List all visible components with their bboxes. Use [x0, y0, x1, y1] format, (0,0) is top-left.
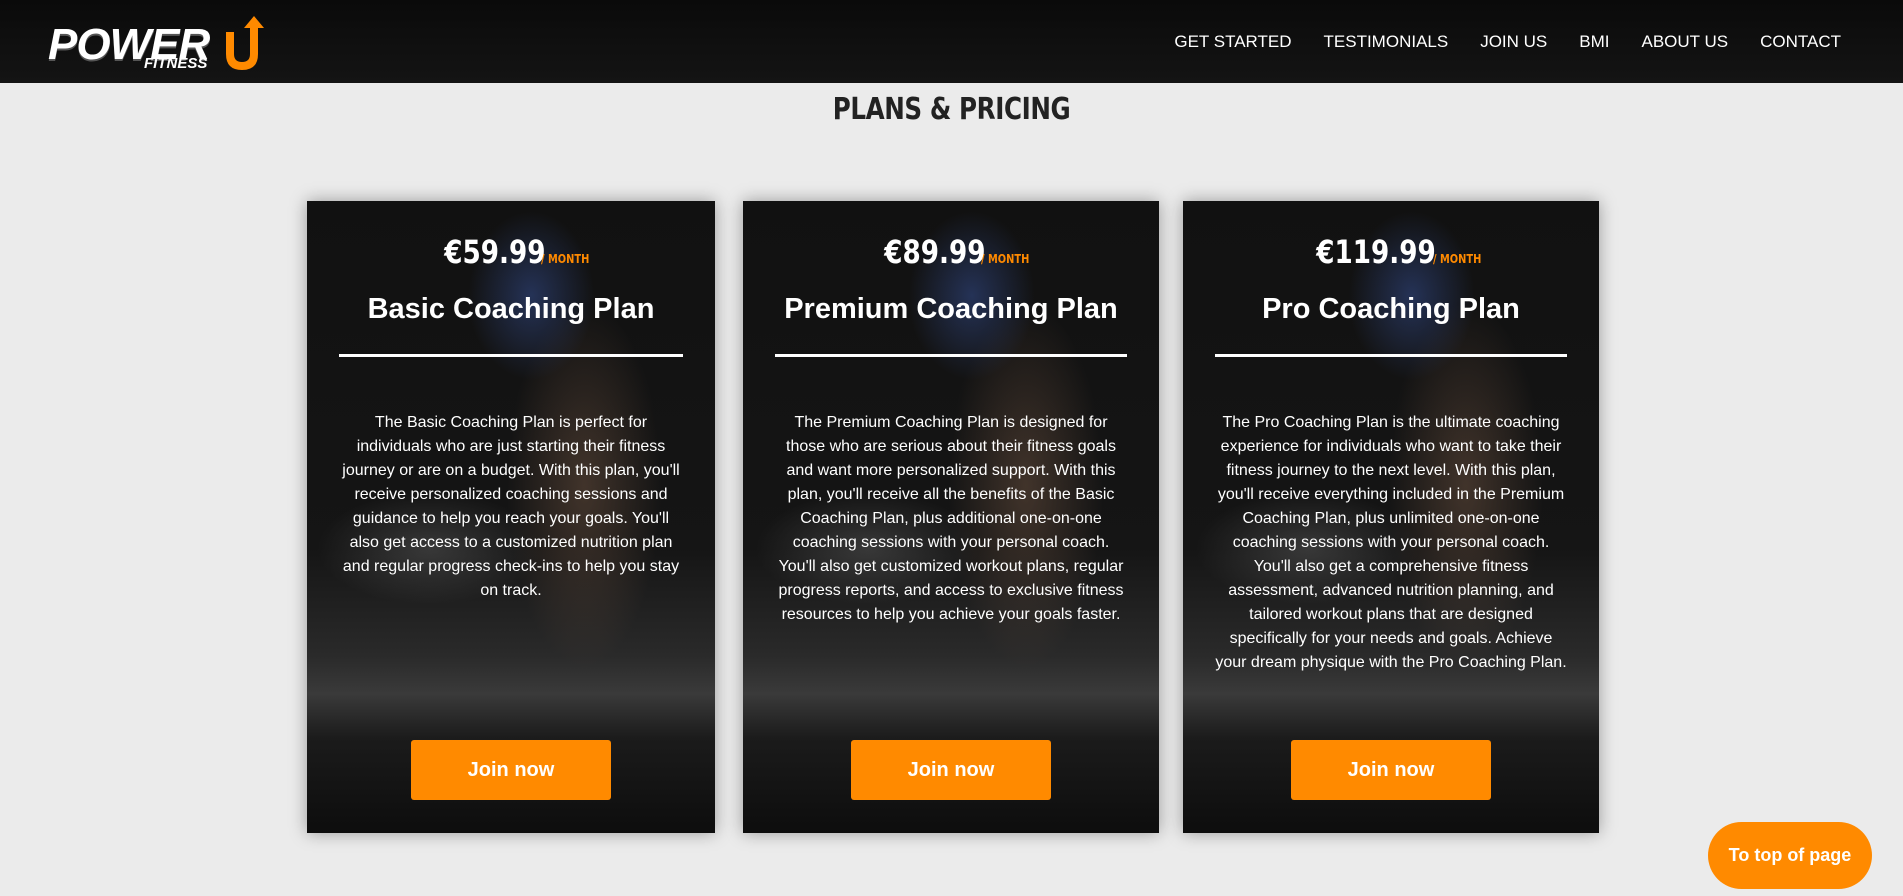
plan-title: Pro Coaching Plan: [1262, 293, 1520, 325]
main-nav: GET STARTED TESTIMONIALS JOIN US BMI ABO…: [1174, 32, 1841, 52]
plan-price-amount: €119.99: [1316, 233, 1437, 271]
plan-card-premium: €89.99 / MONTH Premium Coaching Plan The…: [743, 201, 1159, 833]
plan-description: The Pro Coaching Plan is the ultimate co…: [1215, 414, 1567, 671]
plan-price-amount: €59.99: [443, 233, 546, 271]
plan-card-pro: €119.99 / MONTH Pro Coaching Plan The Pr…: [1183, 201, 1599, 833]
brand-logo-subtitle: FITNESS: [144, 54, 208, 72]
plan-price-amount: €89.99: [883, 233, 986, 271]
join-now-button-premium[interactable]: Join now: [851, 740, 1051, 800]
plan-title: Basic Coaching Plan: [367, 293, 655, 325]
plan-price: €89.99 / MONTH: [743, 233, 1159, 271]
nav-link-testimonials[interactable]: TESTIMONIALS: [1324, 32, 1449, 52]
brand-logo-u-arrow-icon: [226, 15, 264, 70]
plan-description: The Basic Coaching Plan is perfect for i…: [342, 414, 680, 599]
plan-price: €59.99 / MONTH: [307, 233, 715, 271]
scroll-to-top-button[interactable]: To top of page: [1708, 822, 1872, 889]
plan-divider: [1215, 354, 1567, 357]
nav-link-join-us[interactable]: JOIN US: [1480, 32, 1547, 52]
plan-price-period: / MONTH: [541, 252, 590, 266]
join-now-button-pro[interactable]: Join now: [1291, 740, 1491, 800]
plan-description: The Premium Coaching Plan is designed fo…: [778, 414, 1124, 623]
nav-link-about-us[interactable]: ABOUT US: [1642, 32, 1729, 52]
navbar: POWER FITNESS GET STARTED TESTIMONIALS J…: [0, 0, 1903, 83]
plan-title: Premium Coaching Plan: [784, 293, 1118, 325]
nav-link-get-started[interactable]: GET STARTED: [1174, 32, 1291, 52]
nav-link-contact[interactable]: CONTACT: [1760, 32, 1841, 52]
brand-logo[interactable]: POWER FITNESS: [48, 12, 288, 72]
plan-divider: [339, 354, 683, 357]
join-now-button-basic[interactable]: Join now: [411, 740, 611, 800]
plan-divider: [775, 354, 1127, 357]
plan-price: €119.99 / MONTH: [1183, 233, 1599, 271]
plan-card-basic: €59.99 / MONTH Basic Coaching Plan The B…: [307, 201, 715, 833]
plan-price-period: / MONTH: [1432, 252, 1481, 266]
section-title: PLANS & PRICING: [832, 92, 1071, 127]
nav-link-bmi[interactable]: BMI: [1579, 32, 1609, 52]
plan-price-period: / MONTH: [981, 252, 1030, 266]
